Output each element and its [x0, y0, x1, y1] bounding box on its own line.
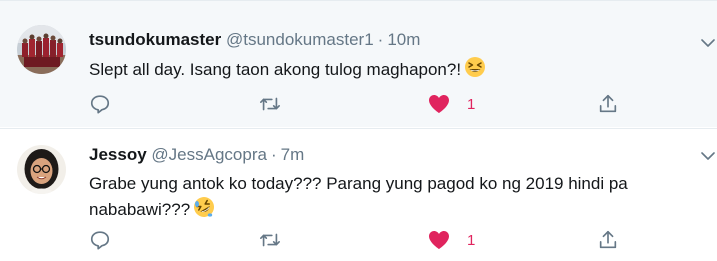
- tweet[interactable]: Jessoy @JessAgcopra · 7m Grabe yung antok …: [0, 128, 717, 261]
- retweet-icon: [260, 233, 280, 247]
- retweet-button[interactable]: [258, 228, 282, 252]
- reply-button[interactable]: [89, 92, 111, 116]
- retweet-icon: [260, 97, 280, 111]
- like-button[interactable]: 1: [427, 92, 475, 116]
- share-icon: [599, 94, 617, 113]
- like-count: 1: [467, 231, 476, 249]
- share-button[interactable]: [597, 92, 619, 116]
- tweet-text: Grabe yung antok ko today??? Parang yung…: [89, 171, 689, 225]
- separator-dot: ·: [270, 145, 277, 164]
- reply-icon: [90, 95, 110, 114]
- separator-dot: ·: [377, 30, 384, 49]
- tweet[interactable]: tsundokumaster @tsundokumaster1 · 10m Slep…: [0, 0, 717, 127]
- heart-icon: [429, 95, 449, 113]
- tweet-text-content: Grabe yung antok ko today??? Parang yung…: [89, 174, 628, 219]
- tweet-feed: tsundokumaster @tsundokumaster1 · 10m Slep…: [0, 0, 717, 261]
- avatar[interactable]: [17, 25, 66, 74]
- display-name[interactable]: Jessoy: [89, 145, 147, 164]
- tweet-header: tsundokumaster @tsundokumaster1 · 10m: [89, 29, 420, 51]
- share-icon: [599, 230, 617, 249]
- chevron-down-icon[interactable]: [701, 151, 715, 161]
- tweet-text: Slept all day. Isang taon akong tulog ma…: [89, 56, 689, 85]
- reply-button[interactable]: [89, 228, 111, 252]
- retweet-button[interactable]: [258, 92, 282, 116]
- timestamp[interactable]: 10m: [387, 30, 420, 49]
- tweet-text-content: Slept all day. Isang taon akong tulog ma…: [89, 60, 462, 79]
- like-count: 1: [467, 95, 476, 113]
- heart-icon: [429, 231, 449, 249]
- tweet-actions: 1: [89, 228, 649, 252]
- avatar[interactable]: [17, 145, 66, 194]
- tweet-actions: 1: [89, 92, 649, 116]
- tweet-header: Jessoy @JessAgcopra · 7m: [89, 144, 304, 166]
- like-button[interactable]: 1: [427, 228, 475, 252]
- grinning-squinting-face-emoji: [464, 56, 486, 85]
- share-button[interactable]: [597, 228, 619, 252]
- user-handle[interactable]: @JessAgcopra: [151, 145, 267, 164]
- rolling-on-the-floor-laughing-emoji: [193, 196, 215, 225]
- reply-icon: [90, 231, 110, 250]
- user-handle[interactable]: @tsundokumaster1: [226, 30, 374, 49]
- display-name[interactable]: tsundokumaster: [89, 30, 221, 49]
- timestamp[interactable]: 7m: [281, 145, 305, 164]
- chevron-down-icon[interactable]: [701, 38, 715, 48]
